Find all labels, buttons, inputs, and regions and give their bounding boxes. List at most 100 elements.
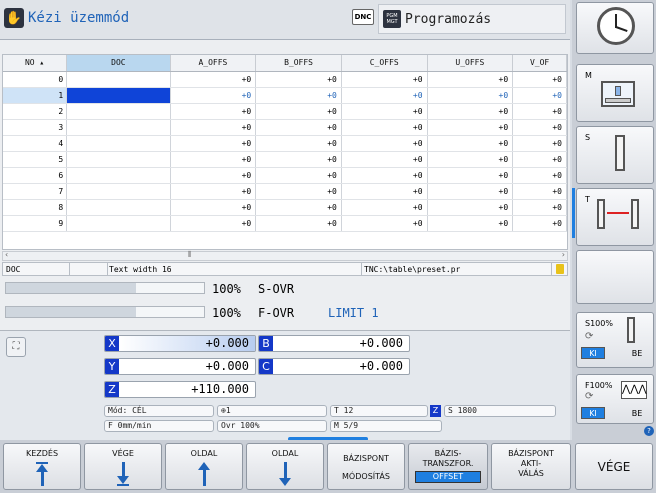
cell-no[interactable]: 3 (3, 119, 68, 136)
view-toggle-icon[interactable]: ⛶ (6, 337, 26, 357)
feed-override-button[interactable]: F100% ⟳ ⋀⋀⋀ KI BE (576, 374, 654, 424)
offset-tab[interactable]: OFFSET (415, 471, 481, 483)
cell-doc[interactable] (66, 135, 171, 152)
cell-doc[interactable] (66, 71, 171, 88)
cell-b[interactable]: +0 (255, 71, 342, 88)
cell-b[interactable]: +0 (255, 135, 342, 152)
cell-c[interactable]: +0 (341, 135, 428, 152)
scroll-left-icon[interactable]: ‹ (5, 250, 8, 259)
dnc-icon[interactable]: DNC (352, 9, 374, 25)
cell-no[interactable]: 9 (3, 215, 68, 232)
cell-u[interactable]: +0 (427, 87, 514, 104)
cell-u[interactable]: +0 (427, 119, 514, 136)
t-tool-button[interactable]: T (576, 188, 654, 246)
col-header-u-offs[interactable]: U_OFFS (427, 55, 514, 72)
col-header-no[interactable]: NO ▴ (3, 55, 68, 72)
cell-v[interactable]: +0 (512, 167, 567, 184)
cell-b[interactable]: +0 (255, 119, 342, 136)
cell-doc[interactable] (66, 151, 171, 168)
cell-u[interactable]: +0 (427, 167, 514, 184)
cell-u[interactable]: +0 (427, 71, 514, 88)
s-spindle-button[interactable]: S (576, 126, 654, 184)
clock-button[interactable] (576, 2, 654, 54)
cell-b[interactable]: +0 (255, 215, 342, 232)
col-header-v-offs[interactable]: V_OF (512, 55, 567, 72)
m-function-button[interactable]: M (576, 64, 654, 122)
cell-doc[interactable] (66, 167, 171, 184)
cell-v[interactable]: +0 (512, 183, 567, 200)
scroll-right-icon[interactable]: › (562, 250, 565, 259)
softkey-exit[interactable]: VÉGE (575, 443, 653, 490)
cell-no[interactable]: 2 (3, 103, 68, 120)
cell-v[interactable]: +0 (512, 215, 567, 232)
cell-v[interactable]: +0 (512, 135, 567, 152)
cell-a[interactable]: +0 (170, 119, 257, 136)
cell-no[interactable]: 8 (3, 199, 68, 216)
table-row[interactable]: 7 +0 +0 +0 +0 +0 (3, 183, 567, 200)
cell-b[interactable]: +0 (255, 199, 342, 216)
softkey-preset-activate[interactable]: BÁZISPONT AKTI- VÁLÁS (491, 443, 571, 490)
cell-v[interactable]: +0 (512, 119, 567, 136)
cell-b[interactable]: +0 (255, 167, 342, 184)
col-header-b-offs[interactable]: B_OFFS (255, 55, 342, 72)
cell-doc[interactable] (66, 87, 171, 104)
col-header-a-offs[interactable]: A_OFFS (170, 55, 257, 72)
cell-a[interactable]: +0 (170, 151, 257, 168)
spindle-on-toggle[interactable]: BE (625, 347, 649, 359)
cell-c[interactable]: +0 (341, 87, 428, 104)
cell-a[interactable]: +0 (170, 87, 257, 104)
softkey-page-up[interactable]: OLDAL (165, 443, 243, 490)
cell-v[interactable]: +0 (512, 87, 567, 104)
empty-vertical-key[interactable] (576, 250, 654, 304)
programming-mode-tab[interactable]: PGM MGT Programozás (378, 4, 566, 34)
cell-v[interactable]: +0 (512, 199, 567, 216)
cell-no[interactable]: 4 (3, 135, 68, 152)
softkey-end[interactable]: VÉGE (84, 443, 162, 490)
cell-c[interactable]: +0 (341, 183, 428, 200)
cell-u[interactable]: +0 (427, 215, 514, 232)
cell-u[interactable]: +0 (427, 135, 514, 152)
cell-u[interactable]: +0 (427, 199, 514, 216)
cell-u[interactable]: +0 (427, 183, 514, 200)
cell-doc[interactable] (66, 103, 171, 120)
cell-a[interactable]: +0 (170, 199, 257, 216)
cell-a[interactable]: +0 (170, 183, 257, 200)
cell-doc[interactable] (66, 215, 171, 232)
table-row[interactable]: 0 +0 +0 +0 +0 +0 (3, 71, 567, 88)
cell-u[interactable]: +0 (427, 103, 514, 120)
cell-v[interactable]: +0 (512, 103, 567, 120)
table-row[interactable]: 3 +0 +0 +0 +0 +0 (3, 119, 567, 136)
softkey-page-down[interactable]: OLDAL (246, 443, 324, 490)
cell-a[interactable]: +0 (170, 215, 257, 232)
help-icon[interactable]: ? (644, 426, 654, 436)
cell-c[interactable]: +0 (341, 167, 428, 184)
cell-b[interactable]: +0 (255, 183, 342, 200)
cell-no[interactable]: 0 (3, 71, 68, 88)
cell-v[interactable]: +0 (512, 71, 567, 88)
cell-b[interactable]: +0 (255, 87, 342, 104)
softkey-base-transform[interactable]: BÁZIS- TRANSZFOR. OFFSET (408, 443, 488, 490)
cell-v[interactable]: +0 (512, 151, 567, 168)
cell-c[interactable]: +0 (341, 199, 428, 216)
col-header-c-offs[interactable]: C_OFFS (341, 55, 428, 72)
cell-c[interactable]: +0 (341, 151, 428, 168)
table-row[interactable]: 1 +0 +0 +0 +0 +0 (3, 87, 567, 104)
col-header-doc[interactable]: DOC (66, 55, 171, 72)
cell-c[interactable]: +0 (341, 71, 428, 88)
cell-b[interactable]: +0 (255, 103, 342, 120)
horizontal-scrollbar[interactable]: ‹ ⦀ › (2, 250, 568, 261)
cell-a[interactable]: +0 (170, 103, 257, 120)
table-row[interactable]: 5 +0 +0 +0 +0 +0 (3, 151, 567, 168)
table-row[interactable]: 4 +0 +0 +0 +0 +0 (3, 135, 567, 152)
cell-a[interactable]: +0 (170, 71, 257, 88)
cell-no[interactable]: 5 (3, 151, 68, 168)
spindle-override-button[interactable]: S100% ⟳ KI BE (576, 312, 654, 368)
table-row[interactable]: 8 +0 +0 +0 +0 +0 (3, 199, 567, 216)
spindle-off-toggle[interactable]: KI (581, 347, 605, 359)
cell-doc[interactable] (66, 199, 171, 216)
cell-c[interactable]: +0 (341, 215, 428, 232)
feed-off-toggle[interactable]: KI (581, 407, 605, 419)
cell-c[interactable]: +0 (341, 103, 428, 120)
cell-no[interactable]: 1 (3, 87, 68, 104)
feed-on-toggle[interactable]: BE (625, 407, 649, 419)
